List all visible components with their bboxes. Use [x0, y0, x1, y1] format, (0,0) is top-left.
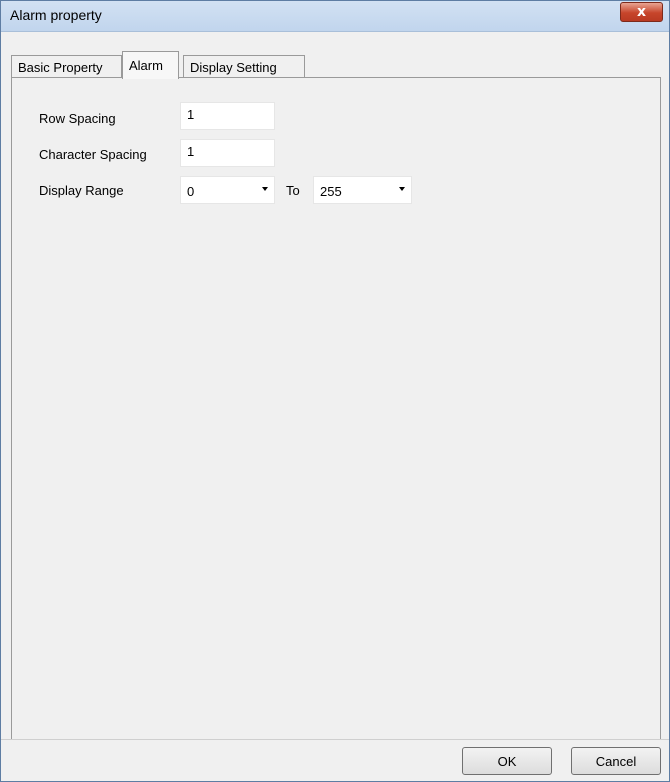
close-button[interactable]: x — [620, 2, 663, 22]
character-spacing-label: Character Spacing — [39, 147, 147, 162]
character-spacing-input[interactable]: 1 — [180, 139, 275, 167]
ok-button[interactable]: OK — [462, 747, 552, 775]
display-range-label: Display Range — [39, 183, 124, 198]
display-range-from-value: 0 — [187, 184, 195, 199]
alarm-property-dialog: Alarm property x Basic Property Alarm Di… — [0, 0, 670, 782]
tab-basic-property[interactable]: Basic Property — [11, 55, 122, 77]
close-icon: x — [636, 4, 647, 20]
dropdown-arrow-icon — [262, 187, 268, 191]
display-range-to-select[interactable]: 255 — [313, 176, 412, 204]
window-title: Alarm property — [10, 7, 102, 23]
cancel-label: Cancel — [595, 753, 637, 769]
dropdown-arrow-icon — [399, 187, 405, 191]
tab-label: Display Setting — [190, 60, 277, 75]
row-spacing-value: 1 — [187, 107, 195, 122]
footer-divider — [1, 739, 669, 740]
row-spacing-input[interactable]: 1 — [180, 102, 275, 130]
tab-label: Basic Property — [18, 60, 103, 75]
to-label: To — [286, 183, 300, 198]
cancel-button[interactable]: Cancel — [571, 747, 661, 775]
alarm-tab-panel: Row Spacing 1 Character Spacing 1 Displa… — [11, 77, 661, 740]
tab-label: Alarm — [129, 58, 163, 73]
display-range-from-select[interactable]: 0 — [180, 176, 275, 204]
character-spacing-value: 1 — [187, 144, 195, 159]
title-bar: Alarm property x — [1, 1, 669, 32]
tab-alarm[interactable]: Alarm — [122, 51, 179, 79]
display-range-to-value: 255 — [320, 184, 342, 199]
row-spacing-label: Row Spacing — [39, 111, 116, 126]
ok-label: OK — [497, 753, 517, 769]
tab-display-setting[interactable]: Display Setting — [183, 55, 305, 77]
